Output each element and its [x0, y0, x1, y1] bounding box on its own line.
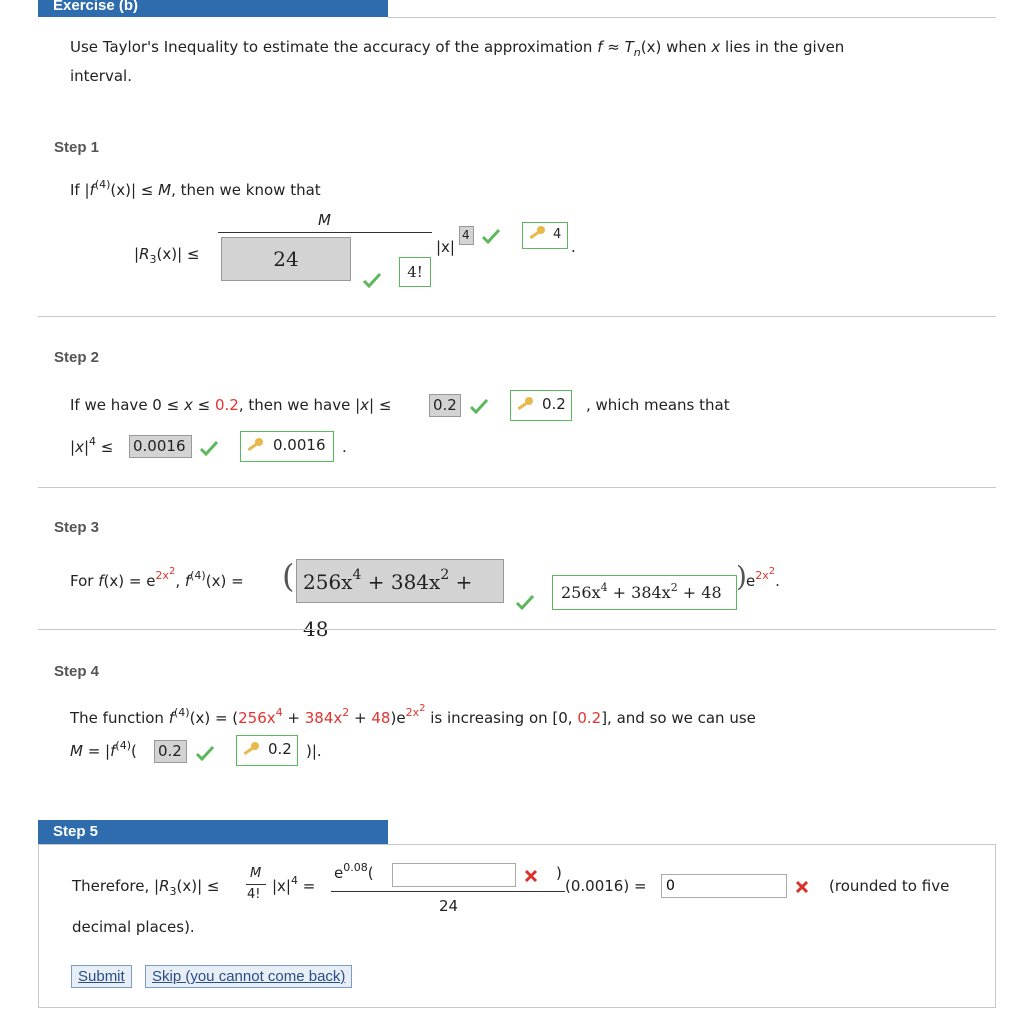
step5-title: Step 5	[53, 823, 99, 840]
step1-numerator-M: M	[318, 211, 331, 229]
step2-bound-key: 0.2	[510, 390, 572, 421]
step4-M-key: 0.2	[236, 735, 298, 766]
step2-which-means: , which means that	[586, 396, 730, 414]
step5-result-wrong-icon	[795, 880, 809, 894]
step3-formula: For f(x) = e2x2, f(4)(x) =	[70, 566, 244, 590]
step5-frac-M: M	[250, 866, 262, 881]
step2-power-key: 0.0016	[240, 431, 334, 462]
step5-denominator: 24	[439, 897, 459, 915]
step1-exponent-key: 4	[522, 222, 568, 249]
step3-divider	[38, 629, 996, 630]
step5-times-value: (0.0016) =	[565, 877, 647, 895]
step5-rounded-note: (rounded to five	[829, 877, 950, 895]
step2-line-2: |x|4 ≤	[70, 435, 114, 456]
step1-condition: If |f(4)(x)| ≤ M, then we know that	[70, 178, 321, 199]
key-icon	[529, 226, 545, 240]
step3-open-paren: (	[282, 557, 295, 595]
step2-power-check-icon	[199, 440, 219, 456]
step4-line-2: M = |f(4)(	[70, 739, 137, 760]
step5-close-paren: )	[556, 864, 562, 882]
step4-close: )|.	[306, 742, 322, 760]
step5-absx: |x|4 =	[272, 874, 316, 895]
step5-exp-numerator: e0.08(	[334, 861, 374, 882]
skip-button[interactable]: Skip (you cannot come back)	[145, 965, 353, 988]
step1-denominator-key: 4!	[399, 257, 431, 287]
step2-bound-answer: 0.2	[429, 394, 461, 417]
step4-M-check-icon	[195, 745, 215, 761]
key-icon	[243, 742, 259, 756]
step5-coefficient-wrong-icon	[524, 869, 538, 883]
step3-title: Step 3	[54, 519, 100, 536]
step2-power-answer: 0.0016	[129, 435, 192, 458]
step2-bound-check-icon	[469, 398, 489, 414]
step1-exponent-answer: 4	[459, 226, 474, 245]
step3-derivative-check-icon	[515, 594, 535, 610]
step4-line-1: The function f(4)(x) = (256x4 + 384x2 + …	[70, 703, 756, 727]
step3-derivative-answer: 256x4 + 384x2 + 48	[296, 559, 504, 641]
step4-M-answer: 0.2	[154, 740, 187, 763]
step1-exponent-check-icon	[481, 228, 501, 244]
step2-divider	[38, 487, 996, 488]
step3-exp-factor: e2x2.	[746, 566, 780, 590]
step2-period: .	[342, 438, 347, 456]
step5-frac2-line	[331, 891, 565, 892]
step1-denominator-check-icon	[362, 272, 382, 288]
step1-absx: |x|	[436, 238, 455, 256]
intro-line-1: Use Taylor's Inequality to estimate the …	[70, 38, 845, 59]
step5-decimal-places: decimal places).	[72, 918, 195, 936]
step1-divider	[38, 316, 996, 317]
submit-button[interactable]: Submit	[71, 965, 132, 988]
step5-header: Step 5	[38, 820, 388, 844]
step5-frac-fact: 4!	[247, 887, 261, 902]
exercise-header: Exercise (b)	[38, 0, 388, 17]
header-rule	[388, 17, 996, 18]
step1-title: Step 1	[54, 139, 100, 156]
step3-derivative-key: 256x4 + 384x2 + 48	[552, 575, 737, 610]
intro-line-2: interval.	[70, 67, 132, 85]
step1-fraction-line	[218, 232, 432, 233]
key-icon	[517, 397, 533, 411]
step4-title: Step 4	[54, 663, 100, 680]
step5-therefore: Therefore, |R3(x)| ≤	[72, 877, 220, 898]
step1-remainder-label: |R3(x)| ≤	[134, 245, 200, 266]
step1-period: .	[571, 238, 576, 256]
step2-line-1: If we have 0 ≤ x ≤ 0.2, then we have |x|…	[70, 396, 392, 414]
step5-frac1-line	[246, 884, 266, 885]
step5-result-input[interactable]	[661, 874, 787, 898]
step5-coefficient-input[interactable]	[392, 863, 516, 887]
step2-title: Step 2	[54, 349, 100, 366]
exercise-header-label: Exercise (b)	[53, 0, 139, 14]
step1-denominator-answer: 24	[221, 237, 351, 281]
key-icon	[247, 438, 263, 452]
